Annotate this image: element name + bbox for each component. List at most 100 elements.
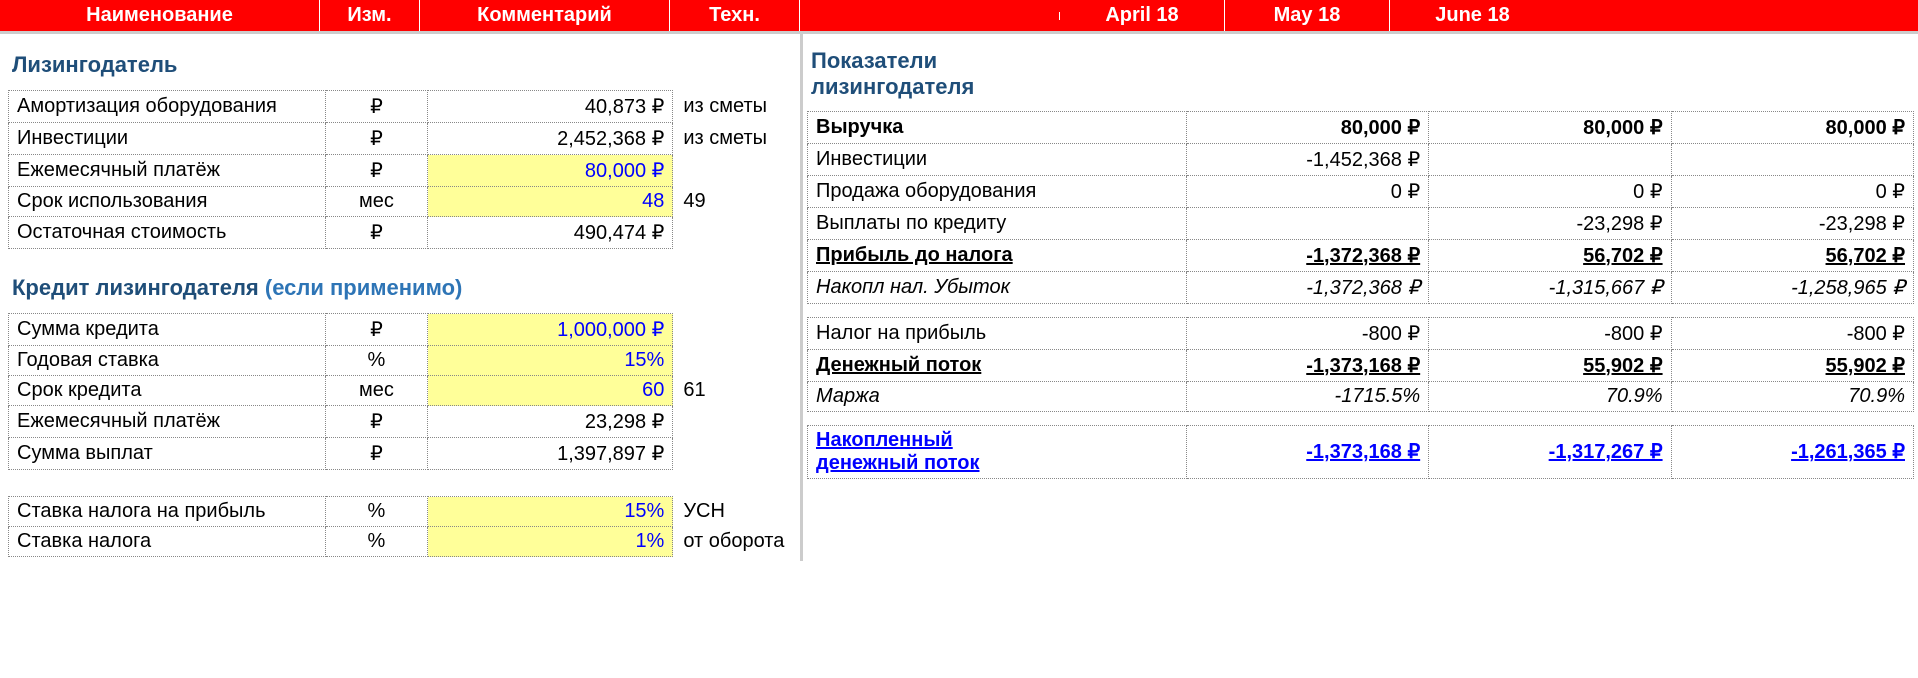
param-label: Амортизация оборудования [9,91,326,123]
param-value[interactable]: 15% [428,346,673,376]
indicator-value: 55,902 ₽ [1671,349,1913,381]
cumulative-cashflow-value: -1,261,365 ₽ [1671,425,1913,478]
param-value[interactable]: 48 [428,187,673,217]
indicator-value: -800 ₽ [1186,317,1428,349]
param-value[interactable]: 1,000,000 ₽ [428,314,673,346]
right-panel: Показатели лизингодателя Выручка80,000 ₽… [800,34,1918,561]
param-value[interactable]: 80,000 ₽ [428,155,673,187]
indicator-row: Денежный поток-1,373,168 ₽55,902 ₽55,902… [808,349,1914,381]
left-panel: Лизингодатель Амортизация оборудования₽4… [0,34,800,561]
indicator-value: 0 ₽ [1186,175,1428,207]
cumulative-cashflow-label: Накопленныйденежный поток [808,425,1187,478]
param-tech [673,155,796,187]
param-row: Сумма кредита₽1,000,000 ₽ [9,314,796,346]
indicators-table: Выручка80,000 ₽80,000 ₽80,000 ₽Инвестици… [807,111,1914,479]
param-value[interactable]: 15% [428,497,673,527]
param-unit: ₽ [325,314,427,346]
indicator-label: Накопл нал. Убыток [808,271,1187,303]
param-label: Ежемесячный платёж [9,155,326,187]
indicator-value: 80,000 ₽ [1429,111,1671,143]
indicator-value [1429,143,1671,175]
section-lessor-title: Лизингодатель [8,44,796,90]
indicator-value [1671,143,1913,175]
param-unit: % [325,346,427,376]
param-row: Инвестиции₽2,452,368 ₽из сметы [9,123,796,155]
section-credit-main: Кредит лизингодателя [12,275,265,300]
indicator-value: -1,372,368 ₽ [1186,239,1428,271]
indicator-label: Инвестиции [808,143,1187,175]
param-tech [673,346,796,376]
param-unit: ₽ [325,91,427,123]
indicator-value: -800 ₽ [1429,317,1671,349]
param-row: Ставка налога на прибыль%15%УСН [9,497,796,527]
param-row: Ежемесячный платёж₽23,298 ₽ [9,406,796,438]
indicator-row: Прибыль до налога-1,372,368 ₽56,702 ₽56,… [808,239,1914,271]
param-tech: УСН [673,497,796,527]
param-tech: из сметы [673,91,796,123]
lessor-params-table: Амортизация оборудования₽40,873 ₽из смет… [8,90,796,249]
indicator-value: 56,702 ₽ [1429,239,1671,271]
section-indicators-title: Показатели лизингодателя [807,44,1914,111]
header-comment: Комментарий [420,0,670,31]
indicator-row: Накопл нал. Убыток-1,372,368 ₽-1,315,667… [808,271,1914,303]
param-value: 490,474 ₽ [428,217,673,249]
indicator-label: Выплаты по кредиту [808,207,1187,239]
credit-params-table: Сумма кредита₽1,000,000 ₽Годовая ставка%… [8,313,796,470]
indicator-value: 55,902 ₽ [1429,349,1671,381]
param-value[interactable]: 60 [428,376,673,406]
param-label: Срок кредита [9,376,326,406]
section-credit-sub: (если применимо) [265,275,462,300]
param-label: Остаточная стоимость [9,217,326,249]
param-value: 2,452,368 ₽ [428,123,673,155]
tax-params-table: Ставка налога на прибыль%15%УСНСтавка на… [8,496,796,557]
indicator-value: -1,373,168 ₽ [1186,349,1428,381]
cumulative-cashflow-value: -1,373,168 ₽ [1186,425,1428,478]
indicator-row: Маржа-1715.5%70.9%70.9% [808,381,1914,411]
param-row: Сумма выплат₽1,397,897 ₽ [9,438,796,470]
param-unit: % [325,527,427,557]
param-label: Срок использования [9,187,326,217]
param-row: Срок использованиямес4849 [9,187,796,217]
indicator-value: 80,000 ₽ [1186,111,1428,143]
param-unit: мес [325,187,427,217]
param-tech: 49 [673,187,796,217]
param-tech: от оборота [673,527,796,557]
param-label: Сумма кредита [9,314,326,346]
header-month-1: April 18 [1060,0,1225,31]
indicator-value: 80,000 ₽ [1671,111,1913,143]
param-unit: ₽ [325,155,427,187]
cumulative-cashflow-row: Накопленныйденежный поток-1,373,168 ₽-1,… [808,425,1914,478]
param-unit: % [325,497,427,527]
param-row: Ставка налога%1%от оборота [9,527,796,557]
param-label: Ставка налога на прибыль [9,497,326,527]
indicator-value: 56,702 ₽ [1671,239,1913,271]
param-value: 40,873 ₽ [428,91,673,123]
indicator-value: -800 ₽ [1671,317,1913,349]
header-unit: Изм. [320,0,420,31]
cumulative-cashflow-value: -1,317,267 ₽ [1429,425,1671,478]
indicator-label: Прибыль до налога [808,239,1187,271]
param-value[interactable]: 1% [428,527,673,557]
indicator-value: -1,372,368 ₽ [1186,271,1428,303]
param-row: Годовая ставка%15% [9,346,796,376]
param-tech [673,406,796,438]
param-tech: из сметы [673,123,796,155]
param-tech [673,314,796,346]
param-label: Инвестиции [9,123,326,155]
header-month-2: May 18 [1225,0,1390,31]
param-value: 1,397,897 ₽ [428,438,673,470]
param-unit: ₽ [325,123,427,155]
indicator-row: Выручка80,000 ₽80,000 ₽80,000 ₽ [808,111,1914,143]
param-unit: мес [325,376,427,406]
indicator-value: -23,298 ₽ [1671,207,1913,239]
param-unit: ₽ [325,406,427,438]
param-row: Срок кредитамес6061 [9,376,796,406]
param-label: Сумма выплат [9,438,326,470]
header-name: Наименование [0,0,320,31]
indicator-value: -1,315,667 ₽ [1429,271,1671,303]
param-tech [673,217,796,249]
indicator-row: Налог на прибыль-800 ₽-800 ₽-800 ₽ [808,317,1914,349]
param-tech [673,438,796,470]
header-month-3: June 18 [1390,0,1555,31]
indicator-value: -1715.5% [1186,381,1428,411]
